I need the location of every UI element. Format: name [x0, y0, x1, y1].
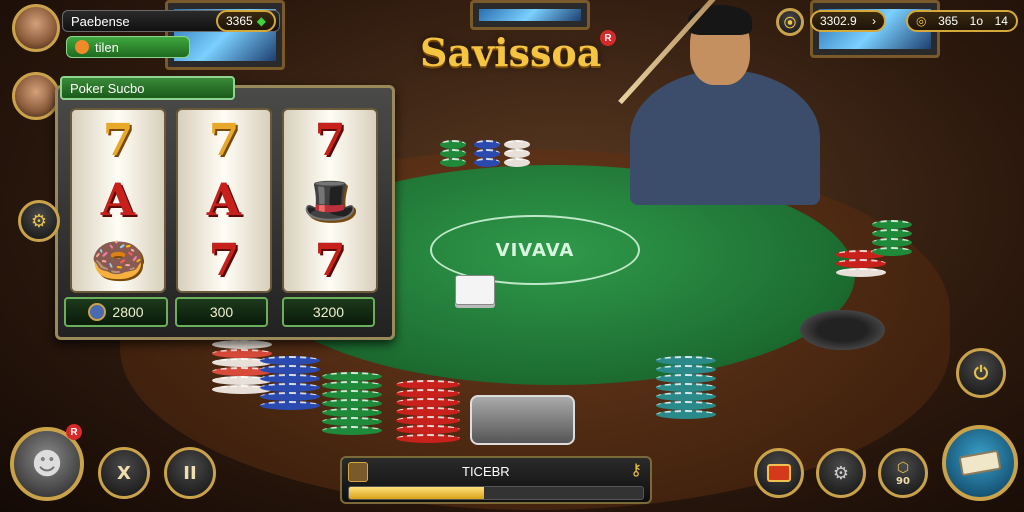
coin-balance-pill: 3302.9 › [810, 10, 886, 32]
player-avatar[interactable] [12, 4, 60, 52]
reel-symbol: 7 [208, 114, 240, 166]
progress-panel: TICEBR ⚷ [340, 456, 652, 504]
slot-panel-header: Poker Sucbo [60, 76, 235, 100]
title-badge: R [600, 30, 616, 46]
gear-icon: ⚙ [30, 210, 48, 232]
slot-reel-3: 7 🎩 7 [282, 108, 378, 293]
ticket-icon [958, 449, 1002, 477]
balance-pill[interactable]: 3365 ◆ [216, 10, 276, 32]
chip-stack-small[interactable] [872, 220, 912, 256]
slot-value-2: 300 [175, 297, 268, 327]
player-sub-bar: tilen [66, 36, 190, 58]
stat-value: 365 [938, 14, 959, 28]
stat-extra-2: 14 [994, 14, 1008, 28]
slot-value-1: 2800 [64, 297, 168, 327]
card-deck[interactable] [455, 275, 495, 305]
progress-fill [349, 487, 485, 499]
reel-symbol: 🍩 [90, 235, 146, 286]
game-title: Savissoa [420, 30, 602, 75]
chip-stack-red[interactable] [396, 380, 460, 443]
chip-stack-small[interactable] [504, 140, 530, 167]
cog-icon: ⚙ [832, 462, 850, 484]
chest-icon [348, 462, 368, 482]
hexagon-icon: ⬡ [896, 459, 910, 476]
coin-icon: ⦿ [783, 15, 796, 30]
chip-stack-green[interactable] [322, 372, 382, 435]
notification-badge: R [66, 424, 82, 440]
slot-value-text: 2800 [112, 304, 144, 320]
reel-symbol: 7 [102, 114, 134, 166]
chip-stack-small[interactable] [440, 140, 466, 167]
reel-symbol: 7 [314, 114, 346, 166]
coin-balance-value: 3302.9 [820, 14, 857, 28]
reel-symbol: 🎩 [302, 175, 358, 226]
chip-stack-teal[interactable] [656, 356, 716, 419]
pause-button[interactable]: II [164, 447, 216, 499]
progress-track [348, 486, 644, 500]
key-icon: ⚷ [630, 460, 642, 479]
stats-icon: ◎ [916, 14, 927, 28]
stats-pill: ◎ 365 1o 14 [906, 10, 1018, 32]
chip-stack-small[interactable] [474, 140, 500, 167]
game-scene: VIVAVA Savissoa R Paebense 3365 ◆ tilen … [0, 0, 1024, 512]
slot-reel-1: 7 A 🍩 [70, 108, 166, 293]
fold-button[interactable]: X [98, 447, 150, 499]
slot-panel-title: Poker Sucbo [70, 80, 145, 96]
bet-button[interactable] [942, 425, 1018, 501]
progress-label: TICEBR [462, 464, 510, 479]
heart-icon [75, 40, 89, 54]
reel-symbol: 7 [208, 234, 240, 286]
opponent-avatar[interactable] [12, 72, 60, 120]
gem-icon: ◆ [256, 14, 266, 28]
slot-value-3: 3200 [282, 297, 375, 327]
slot-value-text: 3200 [312, 304, 345, 320]
table-cupholder [800, 310, 885, 350]
stat-extra: 1o [969, 14, 984, 28]
balance-value: 3365 [226, 14, 253, 28]
slot-value-text: 300 [209, 304, 234, 320]
shop-button[interactable] [754, 448, 804, 498]
power-icon: ⏻ [973, 362, 989, 384]
chip-stack-blue[interactable] [260, 356, 320, 410]
rewards-label: 90 [896, 475, 910, 487]
options-button[interactable]: ⚙ [816, 448, 866, 498]
coin-button[interactable]: ⦿ [776, 8, 804, 36]
settings-button[interactable]: ⚙ [18, 200, 60, 242]
background-slot-machine [470, 0, 590, 30]
mask-icon: ☻ [31, 446, 63, 482]
power-button[interactable]: ⏻ [956, 348, 1006, 398]
reel-symbol: A [100, 174, 136, 226]
fold-label: X [117, 462, 131, 484]
player-name: Paebense [71, 13, 130, 29]
player-subtitle: tilen [95, 39, 119, 55]
reel-symbol: A [206, 174, 242, 226]
coin-icon [88, 303, 107, 321]
pause-label: II [183, 462, 197, 484]
chevron-right-icon: › [872, 14, 876, 28]
reel-symbol: 7 [314, 234, 346, 286]
chip-tray [470, 395, 575, 445]
slot-reel-2: 7 A 7 [176, 108, 272, 293]
chest-red-icon [767, 464, 791, 482]
rewards-button[interactable]: ⬡ 90 [878, 448, 928, 498]
